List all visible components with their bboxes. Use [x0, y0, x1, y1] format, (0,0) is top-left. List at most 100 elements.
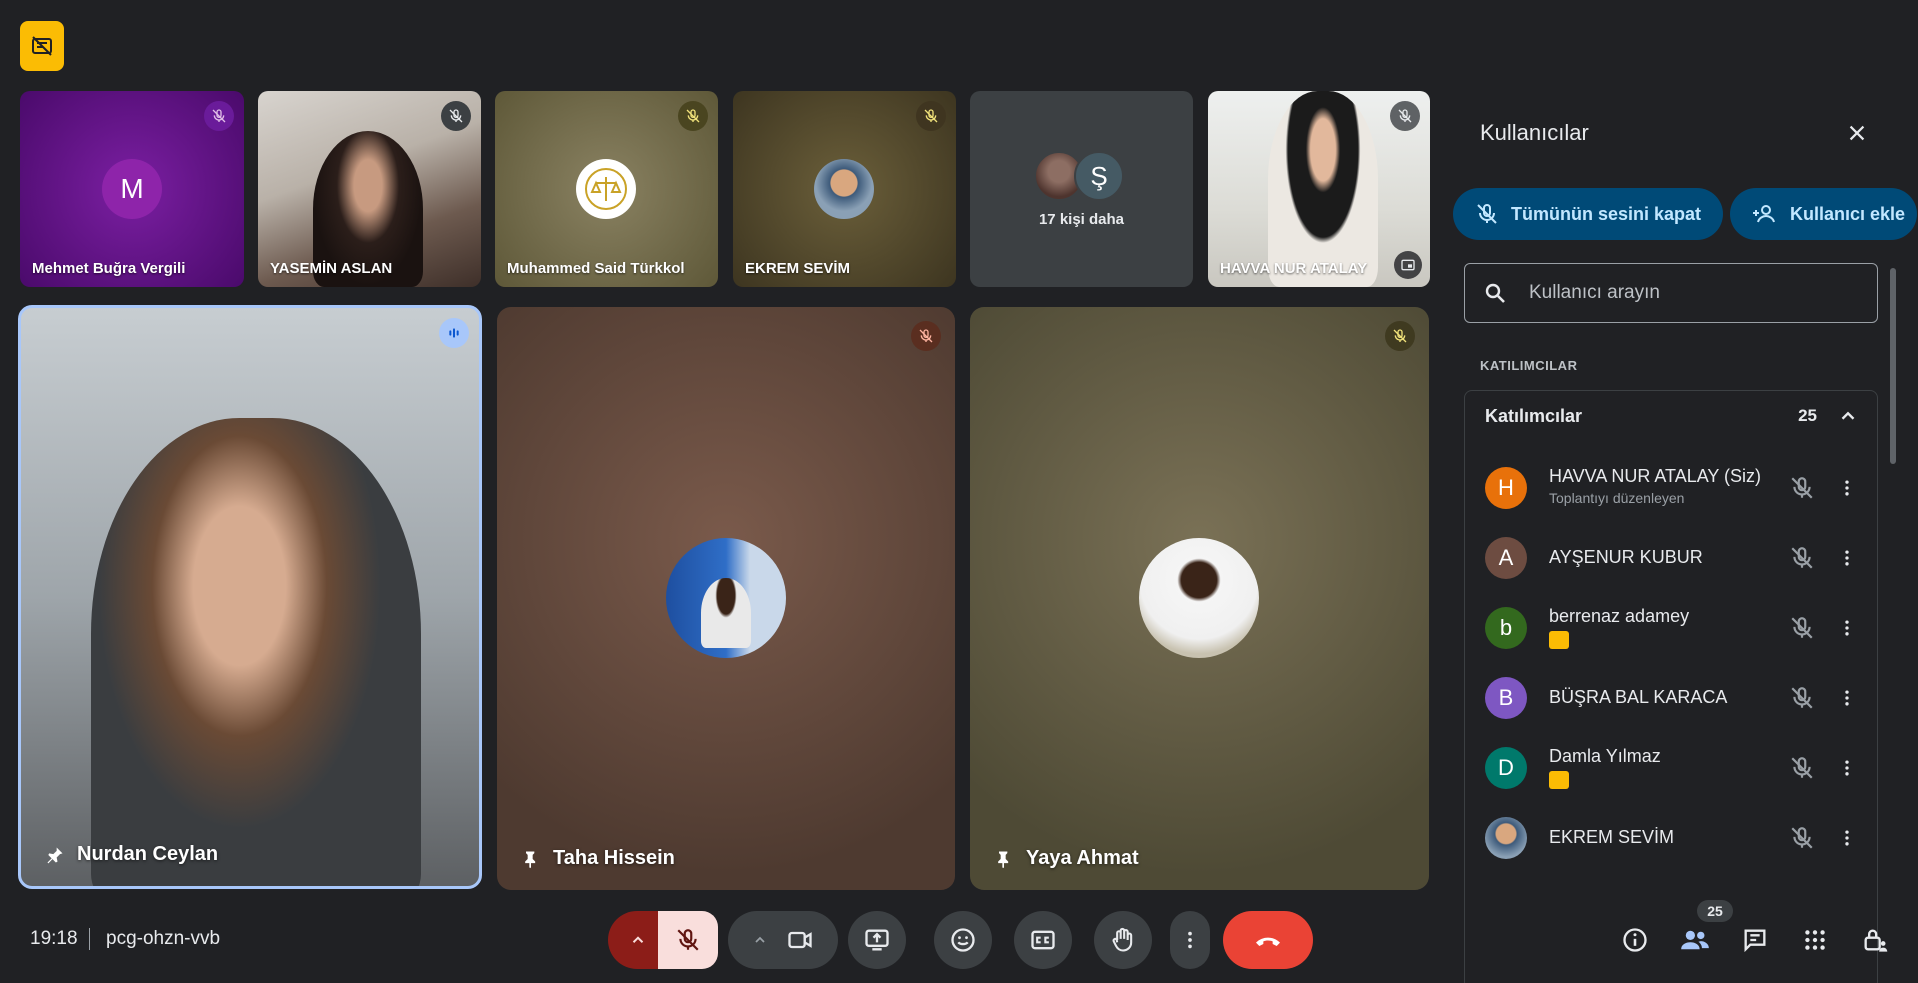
- more-options-button[interactable]: [1170, 911, 1210, 969]
- mic-off-icon: [1477, 203, 1497, 224]
- scales-logo-icon: [585, 168, 627, 210]
- panel-title: Kullanıcılar: [1480, 120, 1589, 145]
- section-label: KATILIMCILAR: [1480, 358, 1578, 373]
- no-recording-icon: [32, 36, 52, 56]
- camera-icon[interactable]: [786, 926, 814, 954]
- mic-off-icon[interactable]: [1789, 685, 1815, 711]
- participant-tile[interactable]: YASEMİN ASLAN: [258, 91, 481, 287]
- mic-off-icon[interactable]: [1789, 475, 1815, 501]
- emoji-reaction-button[interactable]: [934, 911, 992, 969]
- participants-group-header[interactable]: Katılımcılar 25: [1465, 391, 1877, 441]
- list-item[interactable]: B BÜŞRA BAL KARACA: [1465, 663, 1877, 733]
- picture-in-picture-icon[interactable]: [1394, 251, 1422, 279]
- close-panel-button[interactable]: [1842, 118, 1872, 148]
- participant-name: Nurdan Ceylan: [77, 843, 219, 865]
- speaking-indicator-icon: [439, 318, 469, 348]
- people-count-badge: 25: [1697, 900, 1733, 922]
- host-controls-button[interactable]: [1860, 925, 1890, 955]
- avatar: H: [1485, 467, 1527, 509]
- user-search-input[interactable]: Kullanıcı arayın: [1464, 263, 1878, 323]
- more-vert-icon[interactable]: [1837, 618, 1857, 638]
- participant-role: Toplantıyı düzenleyen: [1549, 490, 1685, 506]
- participant-name: Yaya Ahmat: [1026, 847, 1139, 869]
- captions-button[interactable]: [1014, 911, 1072, 969]
- divider: [89, 928, 90, 950]
- panel-scrollbar[interactable]: [1890, 268, 1896, 464]
- more-vert-icon[interactable]: [1837, 688, 1857, 708]
- mic-off-icon: [678, 101, 708, 131]
- participant-video: [91, 418, 421, 886]
- participant-name: Taha Hissein: [553, 847, 675, 869]
- list-item[interactable]: b berrenaz adamey: [1465, 593, 1877, 663]
- more-vert-icon[interactable]: [1837, 548, 1857, 568]
- people-icon: [1681, 930, 1709, 950]
- search-placeholder: Kullanıcı arayın: [1529, 282, 1660, 303]
- present-screen-button[interactable]: [848, 911, 906, 969]
- participant-name: EKREM SEVİM: [745, 260, 851, 277]
- list-item[interactable]: H HAVVA NUR ATALAY (Siz) Toplantıyı düze…: [1465, 453, 1877, 523]
- no-recording-icon: [1549, 771, 1569, 789]
- raise-hand-button[interactable]: [1094, 911, 1152, 969]
- close-icon: [1849, 125, 1865, 141]
- mic-off-icon[interactable]: [1789, 615, 1815, 641]
- participant-tile[interactable]: Yaya Ahmat: [970, 307, 1429, 890]
- add-user-button[interactable]: Kullanıcı ekle: [1730, 188, 1918, 240]
- participant-tile[interactable]: EKREM SEVİM: [733, 91, 956, 287]
- participant-tile[interactable]: HAVVA NUR ATALAY: [1208, 91, 1430, 287]
- pin-icon[interactable]: [521, 849, 541, 869]
- meeting-code: pcg-ohzn-vvb: [106, 928, 221, 949]
- people-button[interactable]: [1680, 925, 1710, 955]
- lock-person-icon: [1864, 929, 1888, 952]
- unpin-icon[interactable]: [45, 845, 65, 865]
- participant-name: HAVVA NUR ATALAY (Siz): [1549, 466, 1762, 486]
- meeting-time: 19:18: [30, 928, 78, 949]
- search-icon: [1485, 283, 1505, 303]
- participant-video: [1268, 91, 1378, 287]
- chevron-up-icon: [755, 936, 765, 943]
- avatar: [814, 159, 874, 219]
- mic-off-icon: [204, 101, 234, 131]
- mic-off-icon: [1390, 101, 1420, 131]
- mic-off-icon[interactable]: [1789, 545, 1815, 571]
- participant-name: AYŞENUR KUBUR: [1549, 547, 1703, 567]
- chat-icon: [1744, 929, 1766, 953]
- leave-call-button[interactable]: [1223, 911, 1313, 969]
- mic-off-icon[interactable]: [1789, 825, 1815, 851]
- raise-hand-icon: [1112, 927, 1133, 952]
- captions-icon: [1031, 930, 1055, 950]
- avatar: [576, 159, 636, 219]
- participant-tile[interactable]: Muhammed Said Türkkol: [495, 91, 718, 287]
- microphone-toggle-button[interactable]: [658, 911, 718, 969]
- participant-name: Mehmet Buğra Vergili: [32, 260, 186, 277]
- speaker-tile[interactable]: Nurdan Ceylan: [18, 305, 482, 889]
- participant-tile[interactable]: M Mehmet Buğra Vergili: [20, 91, 244, 287]
- pin-icon[interactable]: [994, 849, 1014, 869]
- avatar: [666, 538, 786, 658]
- chat-button[interactable]: [1740, 925, 1770, 955]
- avatar: D: [1485, 747, 1527, 789]
- participant-count: 25: [1798, 406, 1817, 425]
- list-item[interactable]: EKREM SEVİM: [1465, 803, 1877, 873]
- info-icon: [1623, 928, 1647, 952]
- no-recording-icon: [1549, 631, 1569, 649]
- mute-all-button[interactable]: Tümünün sesini kapat: [1453, 188, 1724, 240]
- mic-off-icon: [911, 321, 941, 351]
- more-vert-icon[interactable]: [1837, 478, 1857, 498]
- list-item[interactable]: D Damla Yılmaz: [1465, 733, 1877, 803]
- more-vert-icon[interactable]: [1837, 828, 1857, 848]
- activities-button[interactable]: [1800, 925, 1830, 955]
- mic-off-icon: [916, 101, 946, 131]
- mic-off-icon: [441, 101, 471, 131]
- video-options-button[interactable]: [728, 911, 838, 969]
- participant-tile[interactable]: Taha Hissein: [497, 307, 955, 890]
- mic-off-icon: [1385, 321, 1415, 351]
- avatar: B: [1485, 677, 1527, 719]
- more-vert-icon[interactable]: [1837, 758, 1857, 778]
- recording-status-badge[interactable]: [20, 21, 64, 71]
- meeting-details-button[interactable]: [1620, 925, 1650, 955]
- chevron-up-icon: [632, 936, 644, 943]
- mic-off-icon[interactable]: [1789, 755, 1815, 781]
- more-participants-tile[interactable]: Ş 17 kişi daha: [970, 91, 1193, 287]
- emoji-icon: [951, 928, 975, 952]
- list-item[interactable]: A AYŞENUR KUBUR: [1465, 523, 1877, 593]
